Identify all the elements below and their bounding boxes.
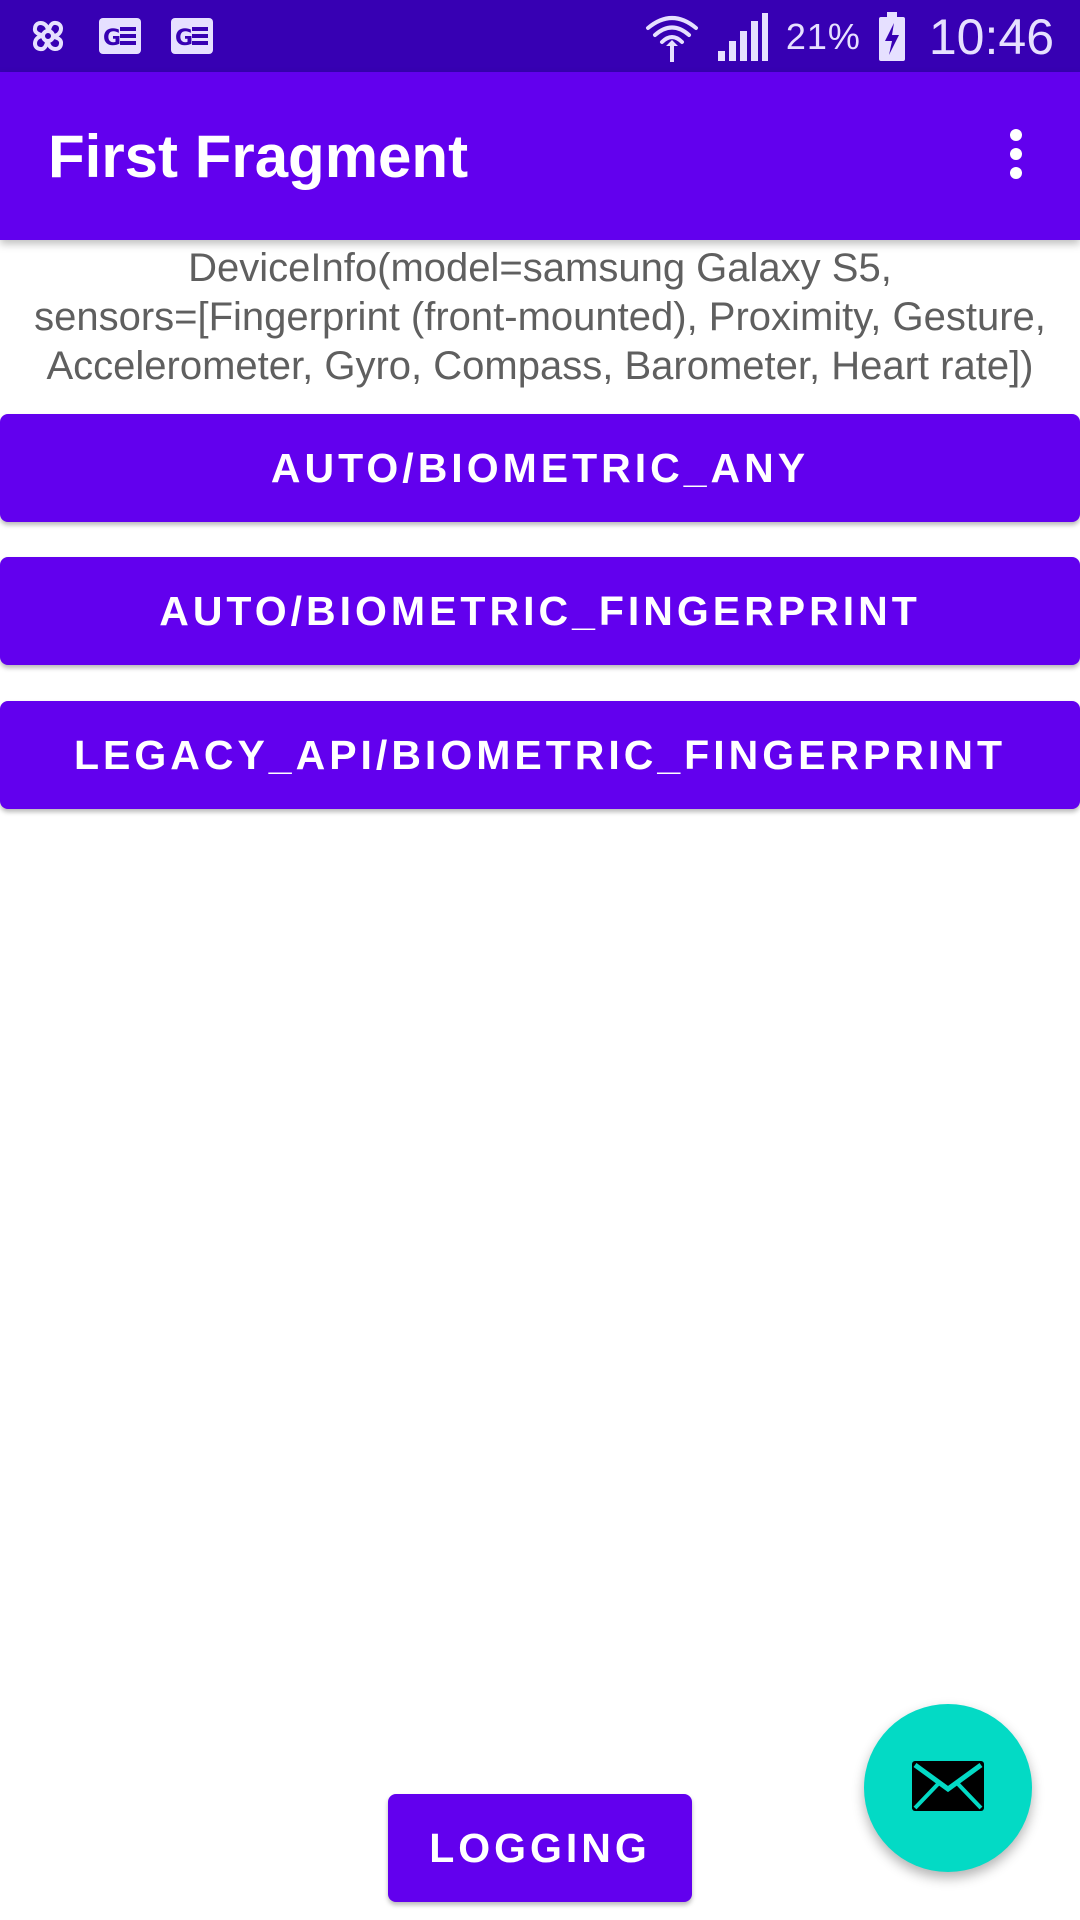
email-icon	[910, 1759, 986, 1818]
device-info-text: DeviceInfo(model=samsung Galaxy S5, sens…	[0, 244, 1080, 391]
logging-button[interactable]: LOGGING	[388, 1794, 692, 1902]
auto-biometric-fingerprint-button[interactable]: AUTO/BIOMETRIC_FINGERPRINT	[0, 557, 1080, 665]
status-left-icons: G G	[26, 14, 214, 58]
app-bar: First Fragment	[0, 72, 1080, 240]
battery-charging-icon	[877, 11, 907, 63]
legacy-api-biometric-fingerprint-button[interactable]: LEGACY_API/BIOMETRIC_FINGERPRINT	[0, 701, 1080, 809]
battery-percent: 21%	[785, 16, 861, 57]
ge-app-icon: G	[170, 17, 214, 55]
device-info-line: sensors=[Fingerprint (front-mounted), Pr…	[34, 295, 1046, 339]
status-bar: G G 21% 10:46	[0, 0, 1080, 72]
ge-app-icon: G	[98, 17, 142, 55]
pinwheel-icon	[26, 14, 70, 58]
page-title: First Fragment	[48, 123, 469, 190]
signal-icon	[716, 11, 770, 63]
device-info-line: DeviceInfo(model=samsung Galaxy S5,	[188, 246, 892, 290]
overflow-menu-button[interactable]	[986, 122, 1046, 190]
svg-text:G: G	[103, 26, 121, 51]
more-vert-icon	[1008, 128, 1024, 185]
device-info-line: Accelerometer, Gyro, Compass, Barometer,…	[46, 344, 1034, 388]
clock: 10:46	[928, 9, 1054, 65]
auto-biometric-any-button[interactable]: AUTO/BIOMETRIC_ANY	[0, 414, 1080, 522]
status-right-icons: 21% 10:46	[644, 8, 1054, 66]
svg-text:G: G	[175, 26, 193, 51]
email-fab-button[interactable]	[864, 1704, 1032, 1872]
wifi-icon	[644, 10, 700, 64]
